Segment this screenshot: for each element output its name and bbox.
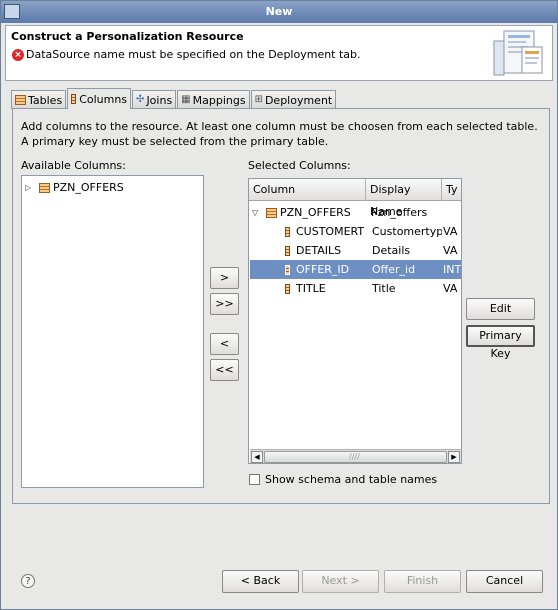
tab-label: Joins bbox=[146, 93, 173, 107]
scrollbar-thumb[interactable]: //// bbox=[264, 451, 447, 463]
wizard-banner-icon bbox=[493, 30, 543, 76]
tab-label: Mappings bbox=[192, 93, 246, 107]
cell-display-name: Customertype bbox=[372, 225, 442, 238]
edit-button[interactable]: Edit bbox=[466, 298, 535, 320]
available-columns-tree[interactable]: ▷ PZN_OFFERS bbox=[21, 175, 204, 488]
primary-key-button[interactable]: Primary Key bbox=[466, 325, 535, 360]
available-columns-label: Available Columns: bbox=[21, 159, 126, 172]
column-icon bbox=[285, 283, 290, 294]
column-icon bbox=[285, 245, 290, 256]
tab-joins[interactable]: ✣ Joins bbox=[132, 90, 177, 109]
deployment-icon: ⊞ bbox=[254, 94, 263, 105]
remove-all-columns-button[interactable]: << bbox=[210, 359, 239, 381]
cell-display-name: Title bbox=[372, 282, 396, 295]
add-column-button[interactable]: > bbox=[210, 267, 239, 289]
selected-columns-label: Selected Columns: bbox=[248, 159, 351, 172]
finish-button[interactable]: Finish bbox=[384, 570, 461, 593]
cell-column: PZN_OFFERS bbox=[280, 206, 351, 219]
cell-type: VA bbox=[443, 282, 458, 295]
new-wizard-window: New Construct a Personalization Resource… bbox=[0, 0, 558, 610]
column-header-display-name[interactable]: Display Name bbox=[366, 179, 442, 218]
cell-display-name: Pzn_offers bbox=[371, 206, 428, 219]
column-header-type[interactable]: Ty bbox=[442, 179, 461, 201]
mappings-icon: ▦ bbox=[181, 94, 191, 105]
error-icon: × bbox=[12, 48, 24, 61]
error-message-row: × DataSource name must be specified on t… bbox=[12, 48, 361, 61]
tab-deployment[interactable]: ⊞ Deployment bbox=[250, 90, 337, 109]
tree-item-label: PZN_OFFERS bbox=[53, 181, 124, 194]
tree-item-pzn-offers[interactable]: ▷ PZN_OFFERS bbox=[25, 178, 124, 197]
cell-column: OFFER_ID bbox=[296, 263, 350, 276]
help-icon[interactable]: ? bbox=[21, 574, 35, 588]
instructions-text: Add columns to the resource. At least on… bbox=[21, 120, 538, 148]
scroll-left-arrow-icon[interactable]: ◀ bbox=[251, 451, 263, 463]
primary-key-column-icon bbox=[285, 264, 290, 275]
title-bar[interactable]: New bbox=[1, 1, 557, 23]
table-row[interactable]: CUSTOMERT Customertype VA bbox=[285, 222, 461, 241]
joins-icon: ✣ bbox=[136, 94, 145, 105]
remove-column-button[interactable]: < bbox=[210, 333, 239, 355]
scroll-right-arrow-icon[interactable]: ▶ bbox=[448, 451, 460, 463]
tab-label: Columns bbox=[79, 92, 128, 106]
table-row[interactable]: TITLE Title VA bbox=[285, 279, 461, 298]
table-row-selected[interactable]: OFFER_ID Offer_id INT bbox=[285, 260, 462, 279]
column-icon bbox=[71, 94, 77, 104]
cell-column: DETAILS bbox=[296, 244, 342, 257]
table-row[interactable]: ▽ PZN_OFFERS Pzn_offers bbox=[252, 203, 461, 222]
cell-type: VA bbox=[443, 244, 458, 257]
wizard-header: Construct a Personalization Resource × D… bbox=[5, 25, 553, 81]
tab-tables[interactable]: Tables bbox=[11, 90, 67, 109]
back-button[interactable]: < Back bbox=[222, 570, 299, 593]
cancel-button-label: Cancel bbox=[485, 574, 524, 587]
next-button[interactable]: Next > bbox=[302, 570, 379, 593]
table-icon bbox=[15, 95, 26, 105]
cell-column: CUSTOMERT bbox=[296, 225, 364, 238]
cell-display-name: Details bbox=[372, 244, 411, 257]
table-icon bbox=[39, 182, 50, 193]
table-row[interactable]: DETAILS Details VA bbox=[285, 241, 461, 260]
tab-label: Tables bbox=[28, 93, 63, 107]
column-icon bbox=[285, 226, 290, 237]
cell-column: TITLE bbox=[296, 282, 326, 295]
tab-columns[interactable]: Columns bbox=[67, 88, 132, 109]
show-schema-checkbox[interactable] bbox=[249, 474, 260, 485]
back-button-label: < Back bbox=[240, 574, 281, 587]
cancel-button[interactable]: Cancel bbox=[466, 570, 543, 593]
error-message: DataSource name must be specified on the… bbox=[26, 48, 361, 61]
expand-arrow-icon[interactable]: ▷ bbox=[25, 183, 35, 192]
selected-columns-table[interactable]: Column Display Name Ty ▽ PZN_OFFERS Pzn_… bbox=[248, 178, 462, 464]
table-icon bbox=[266, 207, 277, 218]
columns-tab-panel: Add columns to the resource. At least on… bbox=[12, 108, 550, 504]
next-button-label: Next > bbox=[321, 574, 360, 587]
cell-display-name: Offer_id bbox=[372, 263, 416, 276]
tab-strip: Tables Columns ✣ Joins ▦ Mappings ⊞ Depl… bbox=[11, 88, 337, 109]
tab-mappings[interactable]: ▦ Mappings bbox=[177, 90, 250, 109]
wizard-title: Construct a Personalization Resource bbox=[11, 30, 244, 43]
column-header-column[interactable]: Column bbox=[249, 179, 366, 201]
horizontal-scrollbar[interactable]: ◀ //// ▶ bbox=[250, 449, 461, 463]
cell-type: INT bbox=[443, 263, 462, 276]
cell-type: VA bbox=[443, 225, 458, 238]
collapse-arrow-icon[interactable]: ▽ bbox=[252, 208, 262, 217]
finish-button-label: Finish bbox=[406, 574, 439, 587]
show-schema-checkbox-row[interactable]: Show schema and table names bbox=[249, 473, 437, 486]
tab-label: Deployment bbox=[264, 93, 333, 107]
window-title: New bbox=[265, 5, 293, 18]
add-all-columns-button[interactable]: >> bbox=[210, 293, 239, 315]
show-schema-label: Show schema and table names bbox=[265, 473, 438, 486]
